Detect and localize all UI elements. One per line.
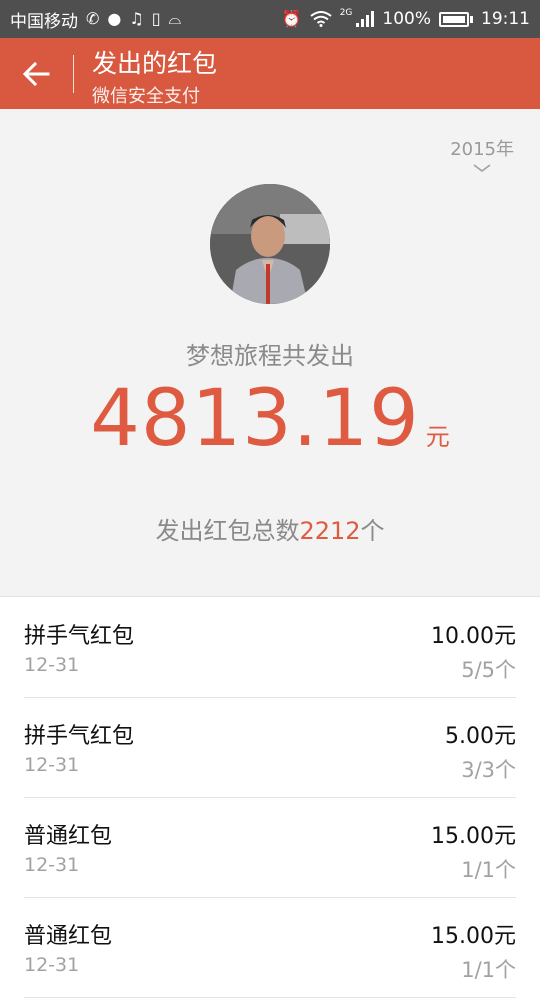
title-bar: 发出的红包 微信安全支付 <box>0 38 540 109</box>
total-amount-unit: 元 <box>425 423 450 451</box>
total-count: 发出红包总数2212个 <box>0 511 540 546</box>
total-amount-value: 4813.19 <box>90 374 420 464</box>
back-arrow-icon <box>22 61 50 87</box>
battery-percent: 100% <box>382 9 431 29</box>
page-subtitle: 微信安全支付 <box>92 86 200 107</box>
list-item[interactable]: 拼手气红包 12-31 10.00元 5/5个 <box>24 598 516 698</box>
packet-amount: 5.00元 <box>445 724 516 749</box>
wifi-icon <box>310 11 332 27</box>
android-icon: ⌓ <box>168 9 182 28</box>
page-title: 发出的红包 <box>92 49 218 78</box>
summary-panel: 2015年 梦想旅程共发出 4813.19 元 发出红包总数2212个 <box>0 109 540 597</box>
carrier-label: 中国移动 <box>10 11 78 32</box>
list-item[interactable]: 普通红包 12-31 15.00元 1/1个 <box>24 798 516 898</box>
packet-amount: 15.00元 <box>431 924 516 949</box>
battery-icon <box>439 11 473 27</box>
packet-date: 12-31 <box>24 854 80 876</box>
title-divider <box>73 55 74 93</box>
clock: 19:11 <box>481 9 530 29</box>
packet-amount: 15.00元 <box>431 824 516 849</box>
packet-date: 12-31 <box>24 754 80 776</box>
wechat-icon: ✆ <box>86 9 100 28</box>
year-selector[interactable]: 2015年 <box>450 135 514 173</box>
packet-count: 5/5个 <box>461 658 516 682</box>
packet-date: 12-31 <box>24 654 80 676</box>
total-amount: 4813.19 元 <box>0 374 540 464</box>
photo-icon: ● <box>107 9 122 28</box>
back-button[interactable] <box>14 56 58 92</box>
total-count-unit: 个 <box>360 517 385 545</box>
red-packet-list: 拼手气红包 12-31 10.00元 5/5个 拼手气红包 12-31 5.00… <box>0 598 540 998</box>
sim-icon: ▯ <box>151 9 161 28</box>
sender-summary-text: 梦想旅程共发出 <box>186 342 354 370</box>
packet-type: 普通红包 <box>24 924 113 949</box>
status-bar-left: 中国移动 ✆ ● ♫ ▯ ⌓ <box>10 7 181 32</box>
status-bar-right: ⏰ 2G 100% 19:11 <box>281 8 530 29</box>
packet-type: 拼手气红包 <box>24 724 135 749</box>
signal-icon <box>356 11 375 27</box>
status-bar: 中国移动 ✆ ● ♫ ▯ ⌓ ⏰ 2G 100% 19:11 <box>0 0 540 38</box>
packet-count: 1/1个 <box>461 958 516 982</box>
packet-type: 普通红包 <box>24 824 113 849</box>
packet-count: 3/3个 <box>461 758 516 782</box>
packet-amount: 10.00元 <box>431 624 516 649</box>
packet-date: 12-31 <box>24 954 80 976</box>
packet-type: 拼手气红包 <box>24 624 135 649</box>
total-count-value: 2212 <box>299 517 361 545</box>
list-item[interactable]: 普通红包 12-31 15.00元 1/1个 <box>24 898 516 998</box>
avatar <box>210 184 330 304</box>
packet-count: 1/1个 <box>461 858 516 882</box>
chevron-down-icon <box>473 164 491 172</box>
ting-icon: ♫ <box>129 9 144 28</box>
year-label: 2015年 <box>450 139 514 160</box>
total-count-label: 发出红包总数 <box>155 517 300 545</box>
network-type-label: 2G <box>339 8 353 18</box>
list-item[interactable]: 拼手气红包 12-31 5.00元 3/3个 <box>24 698 516 798</box>
alarm-icon: ⏰ <box>281 9 302 28</box>
